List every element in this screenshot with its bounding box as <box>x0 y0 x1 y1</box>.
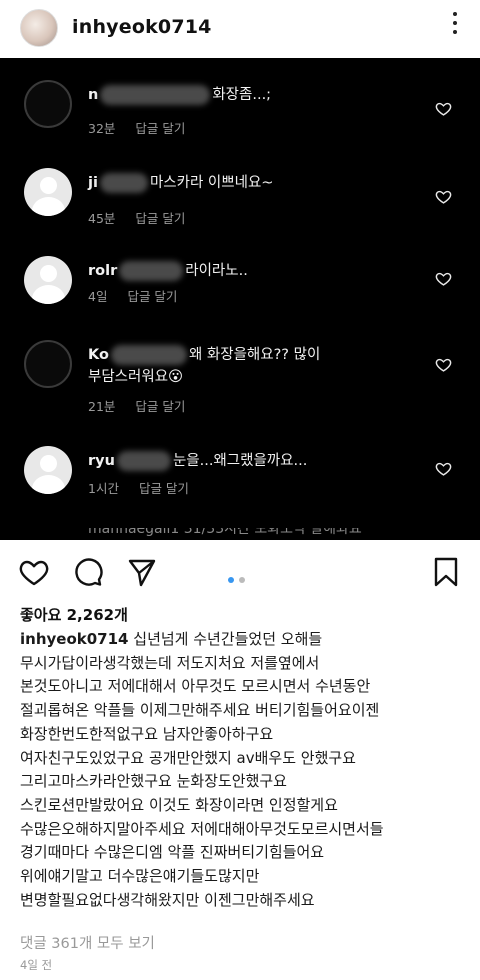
caption-line: 경기때마다 수많은디엠 악플 진짜버티기힘들어요 <box>20 843 325 862</box>
image-comment: rolr 라이라노.. 4일 답글 달기 <box>0 256 480 342</box>
comment-username: n <box>88 87 99 103</box>
comment-username: ji <box>88 175 98 191</box>
caption-line: 화장한번도한적없구요 남자안좋아하구요 <box>20 724 274 743</box>
post-image[interactable]: n 화장좀...; 32분 답글 달기 ji 마스카라 이쁘네요~ 45분 답글 달기 … <box>0 58 480 540</box>
caption-line: 무시가답이라생각했는데 저도지처요 저를옆에서 <box>20 653 320 672</box>
heart-icon <box>435 462 452 476</box>
caption-line: 그리고마스카라안했구요 눈화장도안했구요 <box>20 772 287 791</box>
caption-line: 위에얘기말고 더수많은얘기들도많지만 <box>20 867 260 886</box>
post-caption: inhyeok0714 십년넘게 수년간들었던 오해들 무시가답이라생각했는데 … <box>20 628 470 912</box>
comment-text: 라이라노.. <box>185 263 248 279</box>
comment-avatar <box>24 446 72 494</box>
image-comment: ryu 눈을...왜그랬을까요... 1시간 답글 달기 <box>0 446 480 532</box>
comment-text: 눈을...왜그랬을까요... <box>172 453 308 469</box>
more-options-icon[interactable] <box>452 12 458 42</box>
comment-text: 화장좀...; <box>212 87 272 103</box>
comment-time: 1시간 <box>88 481 119 496</box>
image-comment: Ko 왜 화장을해요?? 많이 부담스러워요😮 21분 답글 달기 <box>0 340 480 450</box>
comment-time: 4일 <box>88 289 108 304</box>
comment-avatar <box>24 340 72 388</box>
view-all-comments-link[interactable]: 댓글 361개 모두 보기 <box>20 932 155 953</box>
cut-off-comment: manhaegall1 31/33시간 모화도약 잘해봐요 <box>88 528 362 537</box>
comment-text: 마스카라 이쁘네요~ <box>149 175 274 191</box>
carousel-dots <box>228 568 250 587</box>
likes-count[interactable]: 좋아요 2,262개 <box>20 604 128 625</box>
reply-link: 답글 달기 <box>135 211 186 226</box>
image-comment: n 화장좀...; 32분 답글 달기 <box>0 80 480 166</box>
reply-link: 답글 달기 <box>127 289 178 304</box>
caption-line: 변명할필요없다생각해왔지만 이젠그만해주세요 <box>20 890 315 909</box>
bookmark-icon[interactable] <box>430 556 462 588</box>
post-timestamp: 4일 전 <box>20 958 53 972</box>
comment-icon[interactable] <box>72 556 104 588</box>
comment-time: 32분 <box>88 121 116 136</box>
comment-username: Ko <box>88 347 109 363</box>
comment-avatar <box>24 168 72 216</box>
heart-icon[interactable] <box>18 556 50 588</box>
caption-line: 십년넘게 수년간들었던 오해들 <box>133 630 323 648</box>
reply-link: 답글 달기 <box>135 121 186 136</box>
heart-icon <box>435 190 452 204</box>
comment-text-continued: 부담스러워요😮 <box>88 369 184 385</box>
caption-username[interactable]: inhyeok0714 <box>20 630 128 648</box>
comment-avatar <box>24 80 72 128</box>
comment-time: 45분 <box>88 211 116 226</box>
comment-username: rolr <box>88 263 118 279</box>
image-comment: ji 마스카라 이쁘네요~ 45분 답글 달기 <box>0 168 480 254</box>
action-bar <box>0 548 480 594</box>
comment-username: ryu <box>88 453 115 469</box>
reply-link: 답글 달기 <box>135 399 186 414</box>
caption-line: 여자친구도있었구요 공개만안했지 av배우도 안했구요 <box>20 748 356 767</box>
comment-text: 왜 화장을해요?? 많이 <box>188 347 321 363</box>
comment-time: 21분 <box>88 399 116 414</box>
comment-avatar <box>24 256 72 304</box>
reply-link: 답글 달기 <box>138 481 189 496</box>
profile-avatar[interactable] <box>20 9 58 47</box>
caption-line: 절괴롭혀온 악플들 이제그만해주세요 버티기힘들어요이젠 <box>20 701 380 720</box>
post-header: inhyeok0714 <box>0 0 480 58</box>
caption-line: 수많은오해하지말아주세요 저에대해아무것도모르시면서들 <box>20 819 384 838</box>
heart-icon <box>435 102 452 116</box>
heart-icon <box>435 272 452 286</box>
caption-line: 본것도아니고 저에대해서 아무것도 모르시면서 수년동안 <box>20 677 371 696</box>
send-icon[interactable] <box>126 556 158 588</box>
heart-icon <box>435 358 452 372</box>
header-username[interactable]: inhyeok0714 <box>72 16 212 38</box>
caption-line: 스킨로션만발랐어요 이것도 화장이라면 인정할게요 <box>20 795 338 814</box>
